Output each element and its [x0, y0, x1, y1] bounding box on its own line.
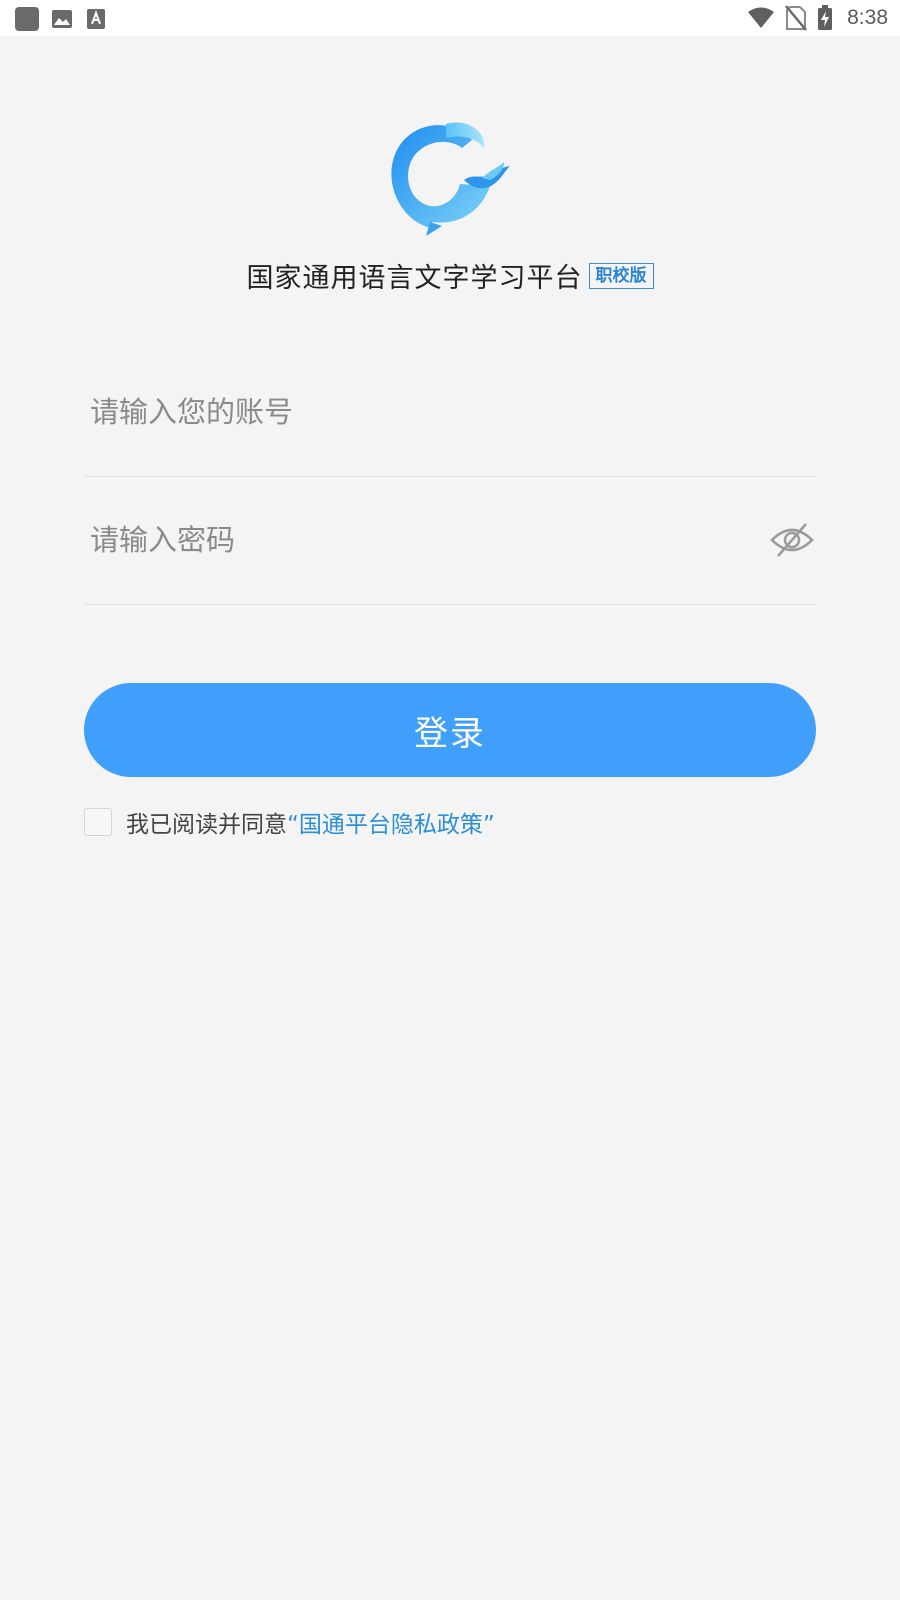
- battery-charging-icon: [818, 5, 833, 30]
- edition-badge: 职校版: [588, 262, 654, 289]
- agreement-row: 我已阅读并同意 “国通平台隐私政策”: [84, 805, 495, 839]
- app-title: 国家通用语言文字学习平台: [246, 263, 583, 294]
- wifi-icon: [748, 7, 775, 28]
- notification-icons: [14, 6, 108, 32]
- agreement-checkbox[interactable]: [84, 808, 112, 836]
- password-field: [84, 476, 816, 605]
- image-notification-icon: [52, 10, 72, 28]
- password-input[interactable]: [90, 476, 750, 604]
- status-bar: 8:38: [0, 0, 900, 36]
- account-input[interactable]: [90, 348, 750, 476]
- no-sim-icon: [785, 5, 808, 31]
- login-button[interactable]: 登录: [84, 683, 816, 777]
- app-notification-icon: [15, 7, 39, 31]
- privacy-policy-link[interactable]: “国通平台隐私政策”: [287, 805, 495, 839]
- agreement-text: 我已阅读并同意: [126, 812, 287, 838]
- clock-time: 8:38: [847, 6, 888, 29]
- account-field: [84, 348, 816, 477]
- system-icons: 8:38: [747, 5, 888, 31]
- text-notification-icon: [87, 9, 105, 29]
- whale-g-logo: [391, 122, 510, 236]
- app-title-row: 国家通用语言文字学习平台 职校版: [0, 256, 900, 295]
- eye-slash-icon[interactable]: [770, 522, 814, 558]
